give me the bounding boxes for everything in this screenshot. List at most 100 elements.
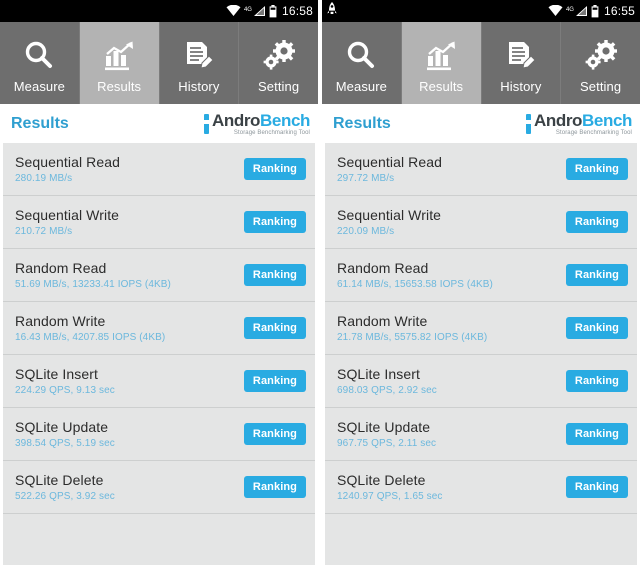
benchmark-row-texts: Sequential Write 210.72 MB/s: [15, 207, 119, 237]
benchmark-name: Random Read: [15, 260, 107, 276]
ranking-button[interactable]: Ranking: [243, 370, 306, 392]
signal-icon: [253, 5, 266, 17]
status-bar-clock: 16:55: [603, 4, 635, 18]
benchmark-row-texts: Random Read 61.14 MB/s, 15653.58 IOPS (4K…: [337, 260, 493, 290]
benchmark-value: 51.69 MB/s, 13233.41 IOPS (4KB): [15, 279, 171, 290]
benchmark-row: SQLite Update 398.54 QPS, 5.19 sec Ranking: [3, 408, 315, 461]
benchmark-row: SQLite Delete 1240.97 QPS, 1.65 sec Rankin…: [325, 461, 637, 514]
ranking-button[interactable]: Ranking: [565, 423, 628, 445]
benchmark-row-texts: SQLite Update 967.75 QPS, 2.11 sec: [337, 419, 436, 449]
status-bar-indicators: 4G 16:55: [548, 4, 635, 18]
signal-icon: [575, 5, 588, 17]
ranking-button[interactable]: Ranking: [243, 476, 306, 498]
benchmark-row: Sequential Write 210.72 MB/s Ranking: [3, 196, 315, 249]
tab-setting[interactable]: Setting: [561, 22, 640, 104]
app-header: Results AndroBench Storage Benchmarking To…: [0, 104, 318, 143]
tab-label: Measure: [335, 78, 388, 94]
benchmark-row: Sequential Read 297.72 MB/s Ranking: [325, 143, 637, 196]
tab-setting[interactable]: Setting: [239, 22, 318, 104]
benchmark-row: SQLite Update 967.75 QPS, 2.11 sec Ranking: [325, 408, 637, 461]
benchmark-row: Random Write 16.43 MB/s, 4207.85 IOPS (4K…: [3, 302, 315, 355]
benchmark-results-list: Sequential Read 280.19 MB/s Ranking Sequent…: [0, 143, 318, 568]
benchmark-row-texts: Random Read 51.69 MB/s, 13233.41 IOPS (4K…: [15, 260, 171, 290]
benchmark-name: Random Write: [15, 313, 106, 329]
ranking-button[interactable]: Ranking: [565, 370, 628, 392]
benchmark-row: Random Write 21.78 MB/s, 5575.82 IOPS (4K…: [325, 302, 637, 355]
wifi-icon: [226, 5, 241, 17]
benchmark-value: 210.72 MB/s: [15, 226, 73, 237]
logo-wordmark: AndroBench: [212, 112, 310, 129]
benchmark-value: 220.09 MB/s: [337, 226, 395, 237]
magnifier-icon: [344, 37, 378, 75]
status-bar-clock: 16:58: [281, 4, 313, 18]
tab-label: Results: [419, 78, 464, 94]
benchmark-name: Sequential Write: [337, 207, 442, 223]
benchmark-value: 297.72 MB/s: [337, 173, 395, 184]
status-bar: 4G 16:55: [322, 0, 640, 22]
ranking-button[interactable]: Ranking: [565, 476, 628, 498]
benchmark-value: 224.29 QPS, 9.13 sec: [15, 385, 115, 396]
ranking-button[interactable]: Ranking: [565, 211, 628, 233]
page-title: Results: [333, 114, 391, 132]
tab-measure[interactable]: Measure: [322, 22, 402, 104]
benchmark-row-texts: SQLite Delete 1240.97 QPS, 1.65 sec: [337, 472, 443, 502]
logo-tagline: Storage Benchmarking Tool: [233, 129, 310, 136]
ranking-button[interactable]: Ranking: [243, 264, 306, 286]
tab-label: History: [178, 78, 220, 94]
tab-label: History: [500, 78, 542, 94]
benchmark-row-texts: SQLite Delete 522.26 QPS, 3.92 sec: [15, 472, 115, 502]
tab-results[interactable]: Results: [401, 22, 482, 104]
benchmark-row-texts: Random Write 21.78 MB/s, 5575.82 IOPS (4K…: [337, 313, 487, 343]
ranking-button[interactable]: Ranking: [243, 158, 306, 180]
benchmark-row-texts: Sequential Read 280.19 MB/s: [15, 154, 120, 184]
wifi-icon: [548, 5, 563, 17]
network-type-label: 4G: [243, 7, 252, 13]
benchmark-row: Sequential Read 280.19 MB/s Ranking: [3, 143, 315, 196]
benchmark-name: Random Read: [337, 260, 429, 276]
phone-screenshot-left: 4G 16:58 Measure Results History Setting Resul…: [0, 0, 318, 568]
tab-measure[interactable]: Measure: [0, 22, 80, 104]
status-bar-indicators: 4G 16:58: [226, 4, 313, 18]
benchmark-row: Random Read 51.69 MB/s, 13233.41 IOPS (4K…: [3, 249, 315, 302]
ranking-button[interactable]: Ranking: [243, 317, 306, 339]
androbench-logo: AndroBench Storage Benchmarking Tool: [203, 112, 310, 136]
logo-tagline: Storage Benchmarking Tool: [555, 129, 632, 136]
tab-label: Setting: [580, 78, 622, 94]
benchmark-row-texts: Random Write 16.43 MB/s, 4207.85 IOPS (4K…: [15, 313, 165, 343]
tab-results[interactable]: Results: [79, 22, 160, 104]
logo-text-block: AndroBench Storage Benchmarking Tool: [212, 112, 310, 136]
benchmark-row-texts: Sequential Read 297.72 MB/s: [337, 154, 442, 184]
ranking-button[interactable]: Ranking: [243, 423, 306, 445]
ranking-button[interactable]: Ranking: [243, 211, 306, 233]
benchmark-name: SQLite Delete: [337, 472, 426, 488]
benchmark-value: 967.75 QPS, 2.11 sec: [337, 438, 437, 449]
ranking-button[interactable]: Ranking: [565, 158, 628, 180]
bar-chart-icon: [424, 37, 458, 75]
benchmark-row: Random Read 61.14 MB/s, 15653.58 IOPS (4K…: [325, 249, 637, 302]
tab-bar: Measure Results History Setting: [322, 22, 640, 104]
benchmark-row-texts: SQLite Insert 224.29 QPS, 9.13 sec: [15, 366, 115, 396]
status-bar: 4G 16:58: [0, 0, 318, 22]
gears-icon: [262, 37, 296, 75]
benchmark-results-list: Sequential Read 297.72 MB/s Ranking Sequent…: [322, 143, 640, 568]
logo-wordmark-part1: Andro: [211, 110, 261, 130]
network-type-label: 4G: [565, 7, 574, 13]
rocket-icon: [326, 1, 338, 21]
ranking-button[interactable]: Ranking: [565, 317, 628, 339]
benchmark-row: SQLite Insert 224.29 QPS, 9.13 sec Ranking: [3, 355, 315, 408]
magnifier-icon: [22, 37, 56, 75]
ranking-button[interactable]: Ranking: [565, 264, 628, 286]
benchmark-name: Sequential Read: [337, 154, 443, 170]
tab-label: Results: [97, 78, 142, 94]
phone-screenshot-right: 4G 16:55 Measure Results History Setting Resul…: [322, 0, 640, 568]
benchmark-name: Sequential Read: [15, 154, 121, 170]
benchmark-value: 1240.97 QPS, 1.65 sec: [337, 491, 443, 502]
logo-bar-icon: [203, 113, 209, 134]
gears-icon: [584, 37, 618, 75]
page-title: Results: [11, 114, 69, 132]
tab-history[interactable]: History: [481, 22, 562, 104]
tab-history[interactable]: History: [159, 22, 240, 104]
androbench-logo: AndroBench Storage Benchmarking Tool: [525, 112, 632, 136]
status-bar-notifications: [326, 1, 548, 21]
benchmark-row-texts: SQLite Update 398.54 QPS, 5.19 sec: [15, 419, 115, 449]
